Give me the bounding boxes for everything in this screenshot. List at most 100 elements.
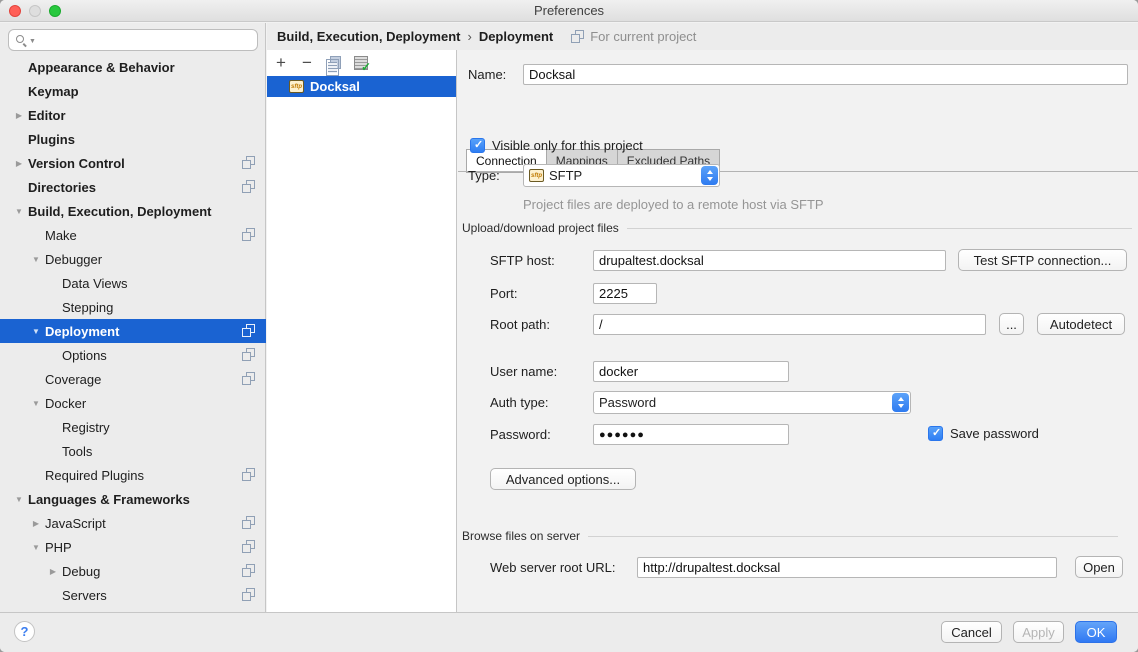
password-input[interactable] <box>593 424 789 445</box>
remove-server-icon[interactable]: − <box>300 52 314 74</box>
test-sftp-connection-button[interactable]: Test SFTP connection... <box>958 249 1127 271</box>
chevron-down-icon[interactable]: ▼ <box>12 495 26 504</box>
sidebar-item-plugins[interactable]: Plugins <box>0 127 266 151</box>
sidebar-item-build-execution-deployment[interactable]: ▼Build, Execution, Deployment <box>0 199 266 223</box>
breadcrumb-segment-deployment[interactable]: Deployment <box>479 29 553 44</box>
servers-list-panel: + − Docksal <box>267 50 457 612</box>
search-icon <box>15 34 28 47</box>
upload-section-header: Upload/download project files <box>462 221 1134 235</box>
duplicate-server-icon[interactable] <box>326 56 341 71</box>
web-root-input[interactable] <box>637 557 1057 578</box>
per-project-icon <box>571 30 585 44</box>
auth-type-label: Auth type: <box>490 392 549 413</box>
auth-type-select[interactable]: Password <box>593 391 911 414</box>
sidebar-item-label: Servers <box>62 588 107 603</box>
sidebar-item-servers[interactable]: Servers <box>0 583 266 607</box>
auth-type-stepper-icon[interactable] <box>892 393 909 412</box>
server-name-input[interactable] <box>523 64 1128 85</box>
chevron-down-icon[interactable]: ▼ <box>29 327 43 336</box>
port-label: Port: <box>490 283 517 304</box>
breadcrumb-segment-build-execution-deployment[interactable]: Build, Execution, Deployment <box>277 29 460 44</box>
sidebar-item-label: Data Views <box>62 276 128 291</box>
sidebar-item-php[interactable]: ▼PHP <box>0 535 266 559</box>
sftp-host-input[interactable] <box>593 250 946 271</box>
sidebar-item-appearance-behavior[interactable]: Appearance & Behavior <box>0 55 266 79</box>
sidebar-item-label: Docker <box>45 396 86 411</box>
zoom-window-icon[interactable] <box>49 5 61 17</box>
user-name-label: User name: <box>490 361 557 382</box>
type-stepper-icon[interactable] <box>701 166 718 185</box>
sidebar-item-options[interactable]: Options <box>0 343 266 367</box>
settings-sidebar: ▼ Appearance & BehaviorKeymap▶EditorPlug… <box>0 23 266 612</box>
chevron-right-icon[interactable]: ▶ <box>46 567 60 576</box>
sidebar-item-tools[interactable]: Tools <box>0 439 266 463</box>
sidebar-item-label: Deployment <box>45 324 119 339</box>
root-path-label: Root path: <box>490 314 550 335</box>
sidebar-item-version-control[interactable]: ▶Version Control <box>0 151 266 175</box>
chevron-right-icon[interactable]: ▶ <box>12 111 26 120</box>
add-server-icon[interactable]: + <box>274 52 288 74</box>
sidebar-item-coverage[interactable]: Coverage <box>0 367 266 391</box>
sidebar-item-debug[interactable]: ▶Debug <box>0 559 266 583</box>
close-window-icon[interactable] <box>9 5 21 17</box>
user-name-input[interactable] <box>593 361 789 382</box>
root-path-input[interactable] <box>593 314 986 335</box>
sidebar-item-label: Stepping <box>62 300 113 315</box>
apply-button[interactable]: Apply <box>1013 621 1064 643</box>
sidebar-item-keymap[interactable]: Keymap <box>0 79 266 103</box>
title-bar: Preferences <box>0 0 1138 22</box>
chevron-right-icon[interactable]: ▶ <box>12 159 26 168</box>
servers-toolbar: + − <box>267 50 456 76</box>
chevron-down-icon[interactable]: ▼ <box>29 543 43 552</box>
open-button[interactable]: Open <box>1075 556 1123 578</box>
dialog-footer: ? Cancel Apply OK <box>0 612 1138 652</box>
browse-root-path-button[interactable]: ... <box>999 313 1024 335</box>
sidebar-item-debugger[interactable]: ▼Debugger <box>0 247 266 271</box>
chevron-down-icon[interactable]: ▼ <box>29 255 43 264</box>
save-password-label: Save password <box>950 423 1039 444</box>
port-input[interactable] <box>593 283 657 304</box>
settings-search-box[interactable]: ▼ <box>8 29 258 51</box>
cancel-button[interactable]: Cancel <box>941 621 1002 643</box>
save-password-checkbox[interactable] <box>928 426 943 441</box>
visible-only-checkbox[interactable] <box>470 138 485 153</box>
chevron-right-icon[interactable]: ▶ <box>29 519 43 528</box>
sidebar-item-stepping[interactable]: Stepping <box>0 295 266 319</box>
chevron-down-icon[interactable]: ▼ <box>12 207 26 216</box>
server-list-item-docksal[interactable]: Docksal <box>267 76 456 97</box>
sidebar-item-languages-frameworks[interactable]: ▼Languages & Frameworks <box>0 487 266 511</box>
scope-indicator: For current project <box>571 29 696 44</box>
per-project-icon <box>242 540 256 554</box>
sidebar-item-directories[interactable]: Directories <box>0 175 266 199</box>
sidebar-item-registry[interactable]: Registry <box>0 415 266 439</box>
ok-button[interactable]: OK <box>1075 621 1117 643</box>
sidebar-item-label: Directories <box>28 180 96 195</box>
sidebar-item-label: Coverage <box>45 372 101 387</box>
use-as-default-server-icon[interactable] <box>353 56 369 71</box>
visible-only-label: Visible only for this project <box>492 135 643 156</box>
chevron-down-icon[interactable]: ▼ <box>29 399 43 408</box>
type-select[interactable]: SFTP <box>523 164 720 187</box>
sidebar-item-deployment[interactable]: ▼Deployment <box>0 319 266 343</box>
sidebar-item-label: PHP <box>45 540 72 555</box>
help-button[interactable]: ? <box>14 621 35 642</box>
sidebar-item-required-plugins[interactable]: Required Plugins <box>0 463 266 487</box>
sidebar-item-javascript[interactable]: ▶JavaScript <box>0 511 266 535</box>
search-input[interactable] <box>40 33 251 48</box>
breadcrumb: Build, Execution, Deployment › Deploymen… <box>277 29 696 44</box>
password-label: Password: <box>490 424 551 445</box>
sidebar-item-data-views[interactable]: Data Views <box>0 271 266 295</box>
autodetect-button[interactable]: Autodetect <box>1037 313 1125 335</box>
settings-tree: Appearance & BehaviorKeymap▶EditorPlugin… <box>0 55 266 607</box>
advanced-options-button[interactable]: Advanced options... <box>490 468 636 490</box>
sidebar-item-make[interactable]: Make <box>0 223 266 247</box>
sidebar-item-label: Debug <box>62 564 100 579</box>
sidebar-item-docker[interactable]: ▼Docker <box>0 391 266 415</box>
sidebar-item-label: Required Plugins <box>45 468 144 483</box>
sidebar-item-label: Tools <box>62 444 92 459</box>
minimize-window-icon[interactable] <box>29 5 41 17</box>
sidebar-item-editor[interactable]: ▶Editor <box>0 103 266 127</box>
per-project-icon <box>242 516 256 530</box>
scope-label: For current project <box>590 29 696 44</box>
search-options-chevron-icon[interactable]: ▼ <box>29 38 36 45</box>
